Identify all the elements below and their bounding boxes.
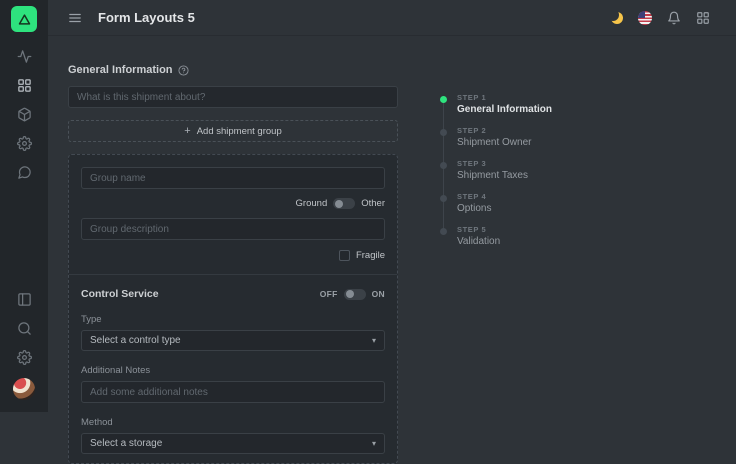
form-column: General Information + Add shipment group… [68,64,398,464]
ground-other-switch[interactable] [333,198,355,209]
menu-toggle-button[interactable] [68,11,82,25]
off-on-switch[interactable] [344,289,366,300]
notes-label: Additional Notes [81,365,385,376]
sidebar-item-activity[interactable] [16,48,32,64]
main-content: General Information + Add shipment group… [48,36,736,412]
control-service-row: Control Service OFF ON [81,288,385,300]
sidebar-item-packages[interactable] [16,106,32,122]
control-type-value: Select a control type [90,335,181,346]
off-on-toggle-row: OFF ON [320,289,385,300]
chat-bubble-icon [17,165,32,180]
step-label: General Information [457,104,552,115]
step-caption: STEP 3 [457,159,528,168]
step-caption: STEP 4 [457,192,491,201]
sidebar-item-messages[interactable] [16,164,32,180]
us-flag-icon [638,11,652,25]
step-dot [440,162,447,169]
control-service-title: Control Service [81,288,159,300]
shipment-group-card: Ground Other Fragile Control Service OFF… [68,154,398,464]
sidebar [0,0,48,412]
app-logo[interactable] [11,6,37,32]
method-label: Method [81,417,385,428]
step-item-3[interactable]: STEP 3 Shipment Taxes [440,159,660,181]
step-caption: STEP 5 [457,225,500,234]
layout-columns-icon [17,292,32,307]
step-dot [440,195,447,202]
section-header: General Information [68,64,398,76]
chevron-down-icon: ▾ [372,439,376,448]
fragile-checkbox[interactable] [339,250,350,261]
card-divider [69,274,397,275]
hamburger-icon [68,11,82,25]
on-label: ON [372,289,385,299]
storage-method-value: Select a storage [90,438,162,449]
group-name-input[interactable] [81,167,385,189]
sidebar-item-layouts[interactable] [16,77,32,93]
section-title: General Information [68,64,173,76]
gear-icon [17,350,32,365]
other-label: Other [361,198,385,209]
package-icon [17,107,32,122]
shipment-about-input[interactable] [68,86,398,108]
type-label: Type [81,314,385,325]
topbar: Form Layouts 5 [48,0,736,36]
dark-mode-button[interactable] [611,12,623,24]
off-label: OFF [320,289,338,299]
sidebar-bottom [13,291,35,412]
step-label: Validation [457,236,500,247]
grid-icon [17,78,32,93]
bell-icon [667,11,681,25]
plus-icon: + [184,126,190,137]
page-title: Form Layouts 5 [98,10,195,25]
step-dot [440,129,447,136]
add-group-label: Add shipment group [197,126,282,137]
fragile-label: Fragile [356,250,385,261]
sidebar-nav [16,48,32,180]
topbar-actions [611,11,710,25]
steps-list: STEP 1 General Information STEP 2 Shipme… [440,93,660,247]
apps-grid-icon [696,11,710,25]
step-item-1[interactable]: STEP 1 General Information [440,93,660,115]
activity-icon [17,49,32,64]
ground-other-toggle-row: Ground Other [81,198,385,209]
notifications-button[interactable] [667,11,681,25]
ground-label: Ground [296,198,328,209]
group-description-input[interactable] [81,218,385,240]
sidebar-item-settings[interactable] [16,135,32,151]
apps-button[interactable] [696,11,710,25]
sidebar-item-search[interactable] [16,320,32,336]
form-stepper: STEP 1 General Information STEP 2 Shipme… [440,93,660,258]
step-caption: STEP 2 [457,126,531,135]
sidebar-item-preferences[interactable] [16,349,32,365]
gear-icon [17,136,32,151]
chevron-down-icon: ▾ [372,336,376,345]
step-item-4[interactable]: STEP 4 Options [440,192,660,214]
step-label: Options [457,203,491,214]
fragile-row: Fragile [81,250,385,261]
add-shipment-group-button[interactable]: + Add shipment group [68,120,398,142]
user-avatar[interactable] [13,378,35,400]
help-icon[interactable] [178,65,189,76]
language-button[interactable] [638,11,652,25]
step-dot [440,228,447,235]
step-caption: STEP 1 [457,93,552,102]
step-label: Shipment Owner [457,137,531,148]
step-item-2[interactable]: STEP 2 Shipment Owner [440,126,660,148]
sidebar-item-panels[interactable] [16,291,32,307]
step-dot [440,96,447,103]
storage-method-select[interactable]: Select a storage ▾ [81,433,385,454]
additional-notes-input[interactable] [81,381,385,403]
triangle-logo-icon [17,12,32,27]
step-label: Shipment Taxes [457,170,528,181]
moon-icon [611,12,623,24]
step-item-5[interactable]: STEP 5 Validation [440,225,660,247]
control-type-select[interactable]: Select a control type ▾ [81,330,385,351]
search-icon [17,321,32,336]
